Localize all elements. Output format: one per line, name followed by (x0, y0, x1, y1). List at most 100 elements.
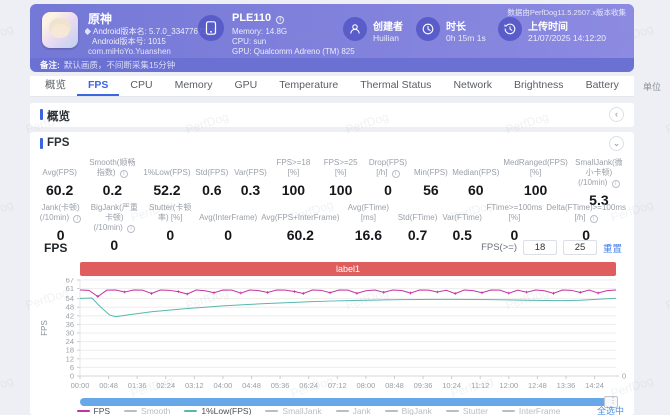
svg-text:36: 36 (66, 320, 74, 329)
svg-text:02:24: 02:24 (156, 381, 175, 390)
stat-value: 56 (423, 182, 439, 198)
tab-cpu[interactable]: CPU (119, 76, 163, 96)
stat-label: Stutter(卡顿率) [%] (149, 203, 192, 222)
creator-label: 创建者 (373, 22, 403, 33)
info-icon[interactable]: i (73, 215, 82, 223)
svg-text:61: 61 (66, 284, 74, 293)
tab-thermal-status[interactable]: Thermal Status (349, 76, 442, 96)
svg-text:10:24: 10:24 (442, 381, 461, 390)
info-icon[interactable]: i (589, 215, 598, 223)
annotation-band[interactable]: label1 (80, 262, 616, 276)
stat-value: 16.6 (354, 227, 382, 243)
legend-swatch (501, 409, 515, 412)
svg-text:01:36: 01:36 (128, 381, 147, 390)
stat-drop-fps-h-: Drop(FPS) [/h] i 0 (364, 158, 411, 208)
stat-label: Avg(FPS) (42, 168, 77, 177)
stat-label: Var(FTime) (442, 213, 482, 222)
info-icon[interactable]: i (119, 170, 128, 178)
fps-collapse-button[interactable]: ⌄ (609, 136, 624, 151)
legend-item-fps[interactable]: FPS (76, 406, 110, 415)
tab-brightness[interactable]: Brightness (503, 76, 575, 96)
fps-threshold-label: FPS(>=) (481, 242, 517, 253)
svg-text:Jank: Jank (626, 320, 628, 336)
overview-panel-title: 概览 (40, 108, 70, 124)
svg-text:13:36: 13:36 (557, 381, 576, 390)
stat-value: 0 (224, 227, 233, 243)
tab-概览[interactable]: 概览 (34, 76, 77, 96)
stat-value: 100 (329, 182, 353, 198)
note-bar: 备注: 默认画质，不间断采集15分钟 (30, 58, 634, 72)
perfdog-watermark: PerfDog (0, 373, 16, 401)
device-info-icon[interactable]: i (276, 16, 285, 24)
tab-battery[interactable]: Battery (575, 76, 630, 96)
legend-label: Stutter (462, 405, 488, 415)
svg-text:12:48: 12:48 (528, 381, 547, 390)
select-all-link[interactable]: 全选中 (597, 404, 624, 415)
fps-threshold-controls: FPS(>=) 重置 (481, 240, 622, 255)
tab-memory[interactable]: Memory (164, 76, 224, 96)
stat-value: 0 (110, 237, 119, 253)
unit-label[interactable]: 单位 (643, 80, 661, 93)
fps-threshold-input-1[interactable] (522, 240, 557, 255)
svg-text:06:24: 06:24 (299, 381, 318, 390)
stat-label: Min(FPS) (414, 168, 448, 177)
stat-label: Jank(卡顿) (/10min) i (39, 203, 82, 223)
legend-item-smooth[interactable]: Smooth (124, 406, 170, 415)
perfdog-report-page: 原神 Android版本名: 5.7.0_33477673_337... And… (0, 0, 670, 415)
legend-item-jank[interactable]: Jank (335, 405, 371, 415)
legend-label: Jank (352, 405, 371, 415)
stat-1%low-fps-: 1%Low(FPS) 52.2 (141, 158, 192, 208)
chart-legend: FPS Smooth 1%Low(FPS) SmallJank Jank BigJank S… (40, 404, 624, 415)
stat-label: SmallJank(微小卡顿) (/10min) i (575, 158, 623, 188)
legend-item-smalljank[interactable]: SmallJank (265, 405, 322, 415)
info-icon[interactable]: i (391, 170, 400, 178)
legend-item-interframe[interactable]: InterFrame (501, 405, 561, 415)
legend-item-stutter[interactable]: Stutter (445, 405, 488, 415)
legend-swatch (184, 409, 198, 412)
svg-text:08:48: 08:48 (385, 381, 404, 390)
fps-threshold-input-2[interactable] (562, 240, 597, 255)
note-label: 备注: (40, 60, 60, 70)
legend-item-1-low-fps-[interactable]: 1%Low(FPS) (184, 406, 251, 415)
tab-gpu[interactable]: GPU (224, 76, 269, 96)
legend-item-bigjank[interactable]: BigJank (384, 406, 432, 415)
svg-text:00:48: 00:48 (99, 381, 118, 390)
fps-stats-row-1: Avg(FPS) 60.2 Smooth(顺畅指数) i 0.2 1%Low(FPS) 5… (36, 158, 628, 208)
stat-value: 52.2 (153, 182, 181, 198)
stat-min-fps-: Min(FPS) 56 (412, 158, 451, 208)
svg-text:12:00: 12:00 (499, 381, 518, 390)
device-memory: Memory: 14.8G (232, 27, 288, 36)
fps-chart-title: FPS (44, 241, 68, 255)
stat-bigjank-: BigJank(严重卡顿) (/10min) i 0 (85, 203, 143, 253)
svg-text:11:12: 11:12 (471, 381, 489, 390)
svg-text:09:36: 09:36 (414, 381, 433, 390)
stat-avg-fps-: Avg(FPS) 60.2 (36, 158, 83, 208)
svg-text:04:00: 04:00 (214, 381, 233, 390)
device-cpu: CPU: sun (232, 37, 267, 46)
stat-var-fps-: Var(FPS) 0.3 (231, 158, 270, 208)
stat-var-ftime-: Var(FTime) 0.5 (440, 203, 485, 253)
info-icon[interactable]: i (611, 180, 620, 188)
legend-swatch (76, 409, 90, 412)
svg-text:04:48: 04:48 (242, 381, 261, 390)
svg-text:00:00: 00:00 (71, 381, 90, 390)
legend-label: SmallJank (282, 405, 322, 415)
legend-label: InterFrame (518, 405, 561, 415)
device-name: PLE110 i (232, 12, 285, 24)
tab-temperature[interactable]: Temperature (268, 76, 349, 96)
tab-network[interactable]: Network (442, 76, 503, 96)
stat-label: BigJank(严重卡顿) (/10min) i (90, 203, 138, 233)
fps-line-chart[interactable]: 061218243036424854616700:00 00:48 01:36 02:… (38, 278, 628, 396)
tab-fps[interactable]: FPS (77, 76, 120, 96)
stat-value: 60.2 (46, 182, 74, 198)
info-icon[interactable]: i (127, 225, 136, 233)
overview-collapse-button[interactable]: ‹ (609, 107, 624, 122)
perfdog-watermark: PerfDog (663, 285, 670, 313)
stat-std-fps-: Std(FPS) 0.6 (193, 158, 232, 208)
upload-time-value: 21/07/2025 14:12:20 (528, 33, 606, 43)
stat-value: 100 (281, 182, 306, 198)
reset-link[interactable]: 重置 (603, 241, 622, 255)
stat-stutter-%-: Stutter(卡顿率) [%] 0 (143, 203, 197, 253)
stat-value: 0.3 (240, 182, 261, 198)
session-header-main: 原神 Android版本名: 5.7.0_33477673_337... And… (30, 4, 634, 58)
